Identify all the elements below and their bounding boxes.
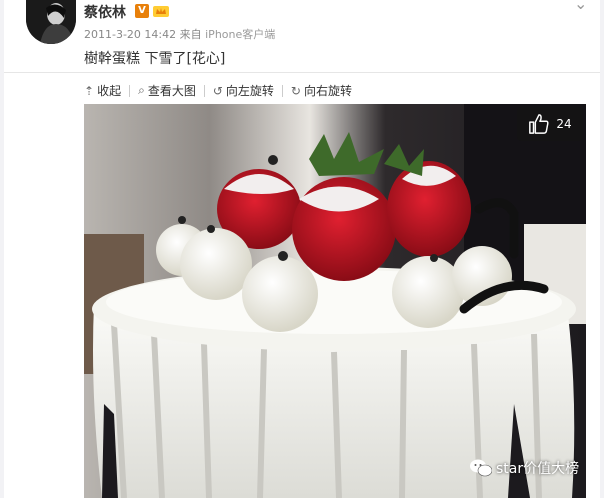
rotate-left-icon: ↺ [212,83,223,98]
like-button[interactable]: 24 [517,107,583,141]
post-image[interactable] [84,104,586,498]
wechat-icon [470,459,492,477]
rotate-left-label: 向左旋转 [225,84,274,98]
vip-crown-icon [153,6,169,17]
username[interactable]: 蔡依林 [84,2,126,22]
like-count: 24 [556,117,572,131]
watermark: star价值大榜 [470,458,579,478]
watermark-text: star价值大榜 [496,461,580,477]
image-toolbar: ⇡ 收起 ⌕ 查看大图 ↺ 向左旋转 ↻ 向右旋转 [84,82,352,99]
post-text: 樹幹蛋糕 下雪了[花心] [84,51,226,67]
divider [4,72,600,73]
rotate-right-icon: ↻ [290,83,301,98]
collapse-label: 收起 [97,84,122,98]
verified-badge: V [135,4,149,18]
source-prefix: 来自 [179,28,202,41]
cake-photo [84,104,586,498]
post-meta: 2011-3-20 14:42 来自 iPhone客户端 [84,26,275,42]
view-large-label: 查看大图 [147,84,196,98]
toolbar-separator [203,84,205,97]
magnify-icon: ⌕ [138,83,145,97]
timestamp[interactable]: 2011-3-20 14:42 [84,28,176,41]
weibo-post-card: 蔡依林 V ⌄ 2011-3-20 14:42 来自 iPhone客户端 樹幹蛋… [4,0,600,498]
thumbs-up-icon [529,114,549,134]
avatar[interactable] [26,0,76,44]
toolbar-separator [129,84,131,97]
toolbar-separator [281,84,283,97]
view-large-button[interactable]: ⌕ 查看大图 [138,82,196,99]
rotate-left-button[interactable]: ↺ 向左旋转 [213,82,274,99]
collapse-button[interactable]: ⇡ 收起 [84,82,121,99]
avatar-image [26,0,76,44]
source-link[interactable]: iPhone客户端 [205,28,275,41]
close-icon[interactable]: ⌄ [574,0,587,13]
rotate-right-button[interactable]: ↻ 向右旋转 [291,82,352,99]
rotate-right-label: 向右旋转 [303,84,352,98]
arrow-up-icon: ⇡ [84,83,95,98]
